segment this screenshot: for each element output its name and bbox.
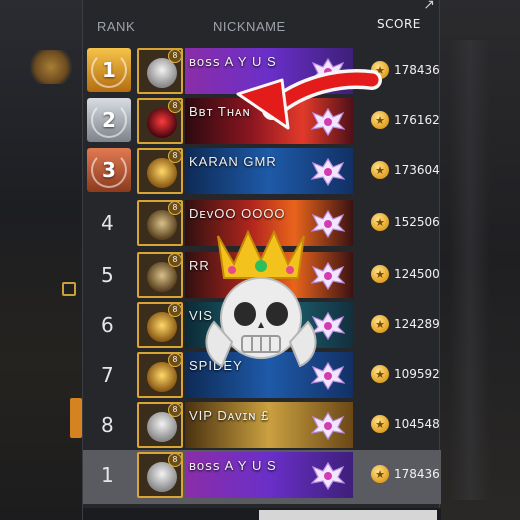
star-coin-icon: ★	[371, 415, 389, 433]
star-coin-icon: ★	[371, 213, 389, 231]
player-score: 104548	[394, 417, 440, 431]
player-avatar[interactable]: 8	[137, 48, 183, 94]
score-column-header: SCORE	[377, 17, 421, 31]
rank-number: 5	[101, 263, 114, 287]
player-nickname: ʙᴏꜱꜱ A Y U S	[189, 458, 277, 473]
rank-number: 4	[101, 211, 114, 235]
winged-emblem-icon	[311, 461, 345, 491]
red-arrow-icon	[236, 69, 382, 130]
rank-medal-bronze: 3	[87, 148, 131, 192]
player-avatar[interactable]: 8	[137, 98, 183, 144]
bottom-scroll-bar[interactable]	[83, 508, 441, 520]
player-nickname: DᴇᴠOO OOOO	[189, 206, 286, 221]
player-avatar[interactable]: 8	[137, 200, 183, 246]
nickname-column-header: NICKNAME	[213, 19, 286, 34]
player-score: 176162	[394, 113, 440, 127]
player-score: 178436	[394, 467, 440, 481]
star-coin-icon: ★	[371, 465, 389, 483]
player-avatar[interactable]: 8	[137, 402, 183, 448]
level-badge: 8	[168, 354, 181, 367]
player-banner[interactable]: KARAN GMR	[185, 148, 353, 194]
player-score: 124289	[394, 317, 440, 331]
rank-number: 1	[101, 463, 114, 487]
self-rank-row[interactable]: 1 8 ʙᴏꜱꜱ A Y U S ★ 178436	[83, 450, 441, 504]
share-icon[interactable]: ↗	[423, 0, 435, 13]
star-coin-icon: ★	[371, 161, 389, 179]
star-coin-icon: ★	[371, 315, 389, 333]
leaderboard-header: RANK NICKNAME SCORE ↗	[83, 0, 441, 44]
player-score: 173604	[394, 163, 440, 177]
rank-column-header: RANK	[97, 19, 136, 34]
star-coin-icon: ★	[371, 365, 389, 383]
player-nickname: VIP Dᴀᴠɪɴ £	[189, 408, 270, 423]
background-orange-tab	[70, 398, 82, 438]
rank-medal-silver: 2	[87, 98, 131, 142]
player-avatar[interactable]: 8	[137, 148, 183, 194]
rank-number: 7	[101, 363, 114, 387]
rank-number: 8	[101, 413, 114, 437]
player-score: 124500	[394, 267, 440, 281]
background-checkbox	[62, 282, 76, 296]
player-avatar[interactable]: 8	[137, 302, 183, 348]
player-score: 109592	[394, 367, 440, 381]
rank-number: 6	[101, 313, 114, 337]
rank-number: 1	[102, 58, 116, 82]
player-score: 178436	[394, 63, 440, 77]
player-avatar[interactable]: 8	[137, 252, 183, 298]
rank-number: 2	[102, 108, 116, 132]
player-score: 152506	[394, 215, 440, 229]
rank-medal-gold: 1	[87, 48, 131, 92]
level-badge: 8	[168, 454, 181, 467]
rank-number: 3	[102, 158, 116, 182]
leaderboard-row[interactable]: 3 8 KARAN GMR ★ 173604	[83, 146, 441, 196]
player-avatar[interactable]: 8	[137, 352, 183, 398]
level-badge: 8	[168, 404, 181, 417]
player-banner[interactable]: ʙᴏꜱꜱ A Y U S	[185, 452, 353, 498]
player-banner[interactable]: VIP Dᴀᴠɪɴ £	[185, 402, 353, 448]
level-badge: 8	[168, 100, 181, 113]
winged-emblem-icon	[311, 411, 345, 441]
level-badge: 8	[168, 254, 181, 267]
level-badge: 8	[168, 304, 181, 317]
scroll-thumb[interactable]	[259, 510, 437, 520]
background-shine	[450, 40, 490, 500]
player-nickname: KARAN GMR	[189, 154, 277, 169]
level-badge: 8	[168, 202, 181, 215]
star-coin-icon: ★	[371, 265, 389, 283]
winged-emblem-icon	[311, 157, 345, 187]
leaderboard-row[interactable]: 8 8 VIP Dᴀᴠɪɴ £ ★ 104548	[83, 400, 441, 450]
level-badge: 8	[168, 150, 181, 163]
player-avatar[interactable]: 8	[137, 452, 183, 498]
background-emblem	[28, 50, 74, 84]
crowned-skull-emoji-icon	[205, 229, 317, 368]
level-badge: 8	[168, 50, 181, 63]
